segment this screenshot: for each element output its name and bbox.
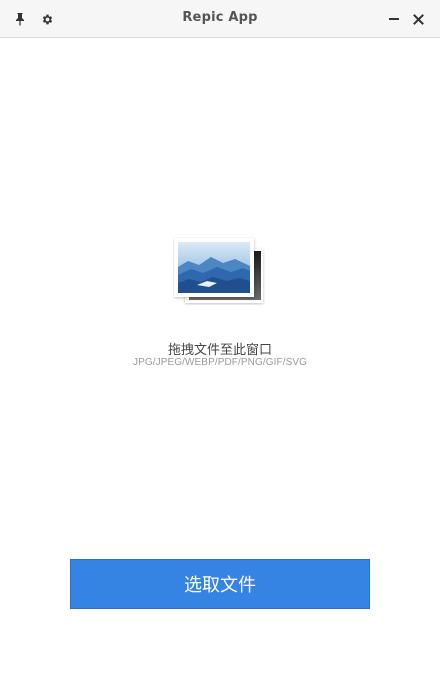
- close-icon: [412, 13, 424, 25]
- supported-formats-text: JPG/JPEG/WEBP/PDF/PNG/GIF/SVG: [132, 357, 308, 368]
- title-bar[interactable]: Repic App: [0, 0, 440, 38]
- app-window: Repic App 拖拽文件至此窗口 JPG/JPEG/WEBP/PDF/PNG…: [0, 0, 440, 680]
- window-title: Repic App: [182, 10, 258, 25]
- minimize-icon: [388, 13, 400, 25]
- drop-zone[interactable]: 拖拽文件至此窗口 JPG/JPEG/WEBP/PDF/PNG/GIF/SVG: [0, 39, 440, 539]
- image-icon: [173, 237, 265, 305]
- minimize-button[interactable]: [384, 9, 404, 29]
- select-file-button[interactable]: 选取文件: [70, 559, 370, 609]
- drop-hint-text: 拖拽文件至此窗口: [167, 343, 272, 358]
- close-button[interactable]: [408, 9, 428, 29]
